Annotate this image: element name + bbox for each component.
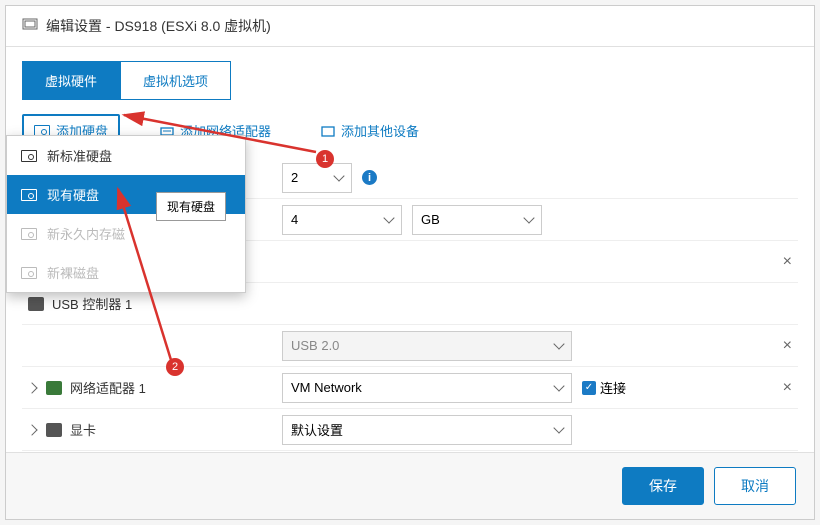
tooltip-existing-disk: 现有硬盘	[156, 192, 226, 221]
edit-settings-dialog: 编辑设置 - DS918 (ESXi 8.0 虚拟机) 虚拟硬件 虚拟机选项 添…	[5, 5, 815, 520]
disk-icon	[21, 150, 37, 162]
chevron-down-icon	[523, 212, 534, 223]
menu-raw-disk: 新裸磁盘	[7, 253, 245, 292]
disk-icon	[21, 267, 37, 279]
dialog-title: 编辑设置 - DS918 (ESXi 8.0 虚拟机)	[46, 16, 271, 36]
chevron-down-icon	[553, 422, 564, 433]
callout-1: 1	[316, 150, 334, 168]
chevron-down-icon	[553, 338, 564, 349]
remove-usb-button[interactable]: ×	[783, 337, 792, 355]
cancel-button[interactable]: 取消	[714, 467, 796, 505]
content-area: 添加硬盘 添加网络适配器 添加其他设备 新标准硬盘	[6, 100, 814, 452]
add-other-button[interactable]: 添加其他设备	[311, 116, 429, 145]
expand-icon[interactable]	[26, 382, 37, 393]
dialog-footer: 保存 取消	[6, 452, 814, 519]
chevron-down-icon	[553, 380, 564, 391]
tab-vm-options[interactable]: 虚拟机选项	[120, 61, 231, 100]
save-button[interactable]: 保存	[622, 467, 704, 505]
info-icon[interactable]: i	[362, 170, 377, 185]
vm-icon	[22, 17, 38, 36]
tabs: 虚拟硬件 虚拟机选项	[22, 61, 798, 100]
device-icon	[321, 124, 335, 138]
callout-2: 2	[166, 358, 184, 376]
checkbox-checked-icon: ✓	[582, 381, 596, 395]
tab-virtual-hardware[interactable]: 虚拟硬件	[22, 61, 120, 100]
row-network-adapter: 网络适配器 1 VM Network ✓ 连接 ×	[22, 367, 798, 409]
network-select[interactable]: VM Network	[282, 373, 572, 403]
disk-icon	[21, 228, 37, 240]
memory-unit-select[interactable]: GB	[412, 205, 542, 235]
titlebar: 编辑设置 - DS918 (ESXi 8.0 虚拟机)	[6, 6, 814, 47]
cpu-select[interactable]: 2	[282, 163, 352, 193]
gpu-select[interactable]: 默认设置	[282, 415, 572, 445]
row-video-card: 显卡 默认设置	[22, 409, 798, 451]
disk-icon	[21, 189, 37, 201]
usb-version-select: USB 2.0	[282, 331, 572, 361]
usb-icon	[28, 297, 44, 311]
connect-checkbox[interactable]: ✓ 连接	[582, 378, 626, 397]
expand-icon[interactable]	[26, 424, 37, 435]
chevron-down-icon	[383, 212, 394, 223]
menu-new-standard-disk[interactable]: 新标准硬盘	[7, 136, 245, 175]
remove-nic-button[interactable]: ×	[783, 379, 792, 397]
nic-icon	[46, 381, 62, 395]
row-usb-value: USB 2.0 ×	[22, 325, 798, 367]
remove-sata-button[interactable]: ×	[783, 253, 792, 271]
memory-input[interactable]: 4	[282, 205, 402, 235]
chevron-down-icon	[333, 170, 344, 181]
gpu-icon	[46, 423, 62, 437]
